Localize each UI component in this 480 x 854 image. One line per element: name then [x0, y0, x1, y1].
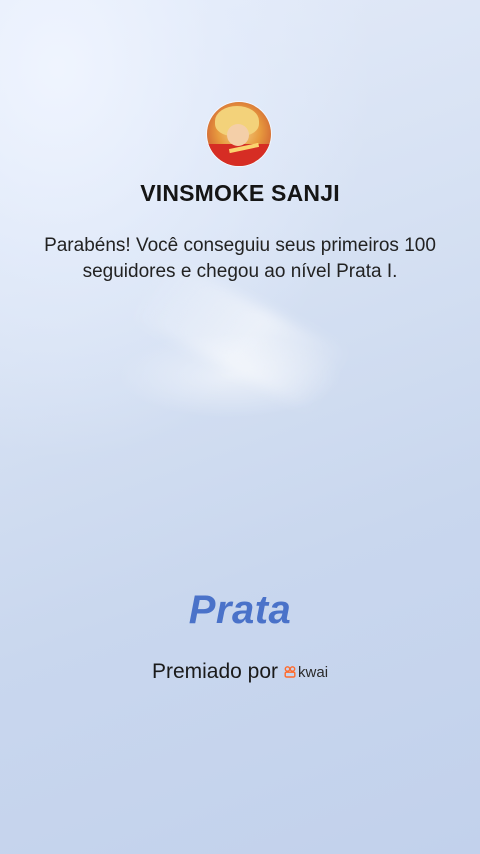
username: VINSMOKE SANJI: [140, 180, 340, 206]
kwai-logo-icon: [284, 666, 296, 678]
brand-name: kwai: [298, 663, 329, 681]
congratulations-message: Parabéns! Você conseguiu seus primeiros …: [44, 235, 436, 282]
awarded-by-row: Premiado por kwai: [0, 660, 480, 684]
awarded-by-label: Premiado por: [151, 660, 279, 683]
avatar: [207, 102, 271, 166]
level-name: Prata: [188, 588, 292, 632]
brand-logo: kwai: [284, 664, 328, 681]
